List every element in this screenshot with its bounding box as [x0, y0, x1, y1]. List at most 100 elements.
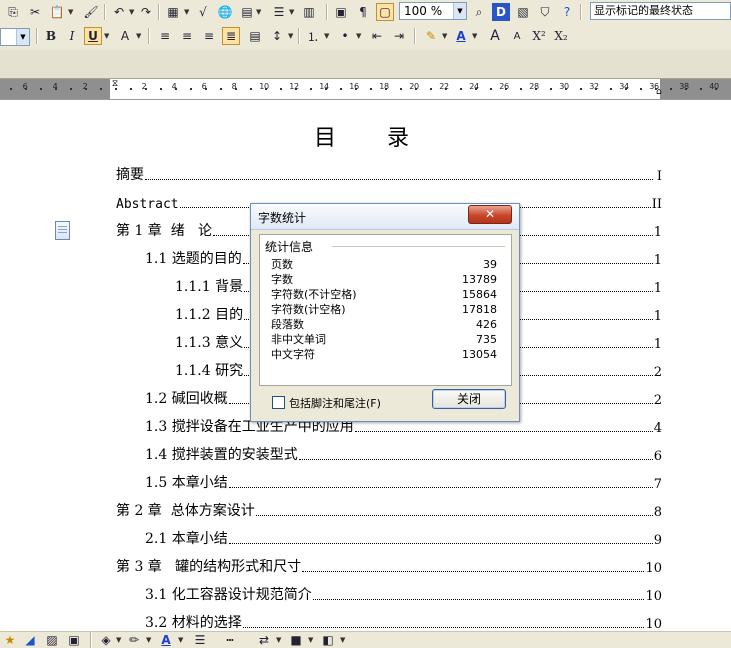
redo-icon[interactable]: ↷ — [137, 3, 155, 21]
stat-value: 735 — [476, 333, 497, 346]
undo-icon[interactable]: ↶ — [110, 3, 128, 21]
fill-color-icon[interactable]: ◈ — [98, 632, 114, 648]
increase-indent-icon[interactable]: ⇥ — [390, 27, 408, 45]
horizontal-ruler[interactable]: 642 2 4 6 8 10 12 14 16 18 20 22 24 26 28 30 32 34 36 38 40… — [0, 79, 731, 100]
show-formatting-icon[interactable]: ¶ — [354, 3, 372, 21]
line-style-icon[interactable]: ☰ — [192, 632, 208, 648]
char-border-dropdown[interactable]: ▼ — [136, 27, 142, 45]
view-markup-combo[interactable]: 显示标记的最终状态 — [590, 2, 731, 20]
bulleted-list-icon[interactable]: • — [336, 27, 354, 45]
checkbox-box[interactable] — [272, 396, 285, 409]
toc-entry[interactable]: 摘要 I — [116, 162, 662, 184]
bold-icon[interactable]: B — [42, 27, 60, 45]
line-color-icon[interactable]: ✏ — [126, 632, 142, 648]
table-grid-icon[interactable]: ▤ — [238, 3, 256, 21]
shrink-font-icon[interactable]: A — [508, 27, 526, 45]
toc-entry[interactable]: 2.1 本章小结 9 — [145, 526, 662, 548]
wordart-icon[interactable]: ◢ — [22, 632, 38, 648]
chevron-down-icon[interactable]: ▼ — [16, 29, 29, 45]
insert-picture-icon[interactable]: ▨ — [44, 632, 60, 648]
highlight-icon[interactable]: ✎ — [422, 27, 440, 45]
right-indent-marker-icon[interactable]: ⌂ — [656, 87, 665, 97]
align-left-icon[interactable]: ≡ — [156, 27, 174, 45]
numbered-list-icon[interactable]: ⒈ — [304, 27, 322, 45]
toc-leader-dots — [354, 431, 653, 432]
insert-image-icon[interactable]: ▣ — [66, 632, 82, 648]
document-d-icon[interactable]: D — [492, 3, 510, 21]
copy-icon[interactable]: ⎘ — [4, 3, 22, 21]
document-map-icon[interactable]: ▣ — [332, 3, 350, 21]
decrease-indent-icon[interactable]: ⇤ — [368, 27, 386, 45]
equation-icon[interactable]: √ — [194, 3, 212, 21]
table-grid-dropdown[interactable]: ▼ — [256, 3, 262, 21]
align-center-icon[interactable]: ≡ — [178, 27, 196, 45]
paste-icon[interactable]: 📋 — [48, 3, 66, 21]
line-spacing-icon[interactable]: ↕ — [268, 27, 286, 45]
toc-entry[interactable]: 1.5 本章小结 7 — [145, 470, 662, 492]
find-binoculars-icon[interactable]: ⌕ — [470, 3, 488, 21]
underline-dropdown[interactable]: ▼ — [104, 27, 110, 45]
subscript-icon[interactable]: X₂ — [552, 27, 570, 45]
toc-entry-label: 3.2 材料的选择 — [145, 615, 242, 631]
toc-entry[interactable]: 3.2 材料的选择 10 — [145, 610, 662, 631]
font-color-dropdown[interactable]: ▼ — [178, 632, 184, 648]
toc-entry[interactable]: 1.4 搅拌装置的安装型式 6 — [145, 442, 662, 464]
ruler-tick-mark — [205, 88, 207, 90]
highlight-dropdown[interactable]: ▼ — [442, 27, 448, 45]
undo-dropdown[interactable]: ▼ — [129, 3, 135, 21]
align-right-icon[interactable]: ≡ — [200, 27, 218, 45]
chevron-down-icon[interactable]: ▼ — [453, 3, 466, 19]
toc-entry[interactable]: 3.1 化工容器设计规范简介 10 — [145, 582, 662, 604]
ruler-tick-label: 12 — [289, 82, 299, 91]
cut-icon[interactable]: ✂ — [26, 3, 44, 21]
line-spacing-dropdown[interactable]: ▼ — [288, 27, 294, 45]
package-icon[interactable]: ▧ — [514, 3, 532, 21]
paste-options-dropdown[interactable]: ▼ — [68, 3, 74, 21]
3d-dropdown[interactable]: ▼ — [340, 632, 346, 648]
font-color-icon[interactable]: A — [158, 632, 174, 648]
justify-icon[interactable]: ≣ — [222, 27, 240, 45]
stat-row: 字数 13789 — [271, 272, 497, 287]
toc-entry-label: 1.1.4 研究 — [175, 363, 244, 379]
shadow-icon[interactable]: ■ — [288, 632, 304, 648]
chart-icon[interactable]: ▥ — [300, 3, 318, 21]
close-button[interactable]: 关闭 — [432, 389, 506, 409]
shirt-icon[interactable]: ⛉ — [536, 3, 554, 21]
page-icon[interactable]: ▢ — [376, 3, 394, 21]
superscript-icon[interactable]: X² — [530, 27, 548, 45]
zoom-combo[interactable]: 100 % ▼ — [399, 2, 467, 20]
bulleted-list-dropdown[interactable]: ▼ — [356, 27, 362, 45]
shadow-dropdown[interactable]: ▼ — [308, 632, 314, 648]
fill-color-dropdown[interactable]: ▼ — [116, 632, 122, 648]
arrow-style-dropdown[interactable]: ▼ — [276, 632, 282, 648]
ruler-tick-mark — [355, 88, 357, 90]
close-icon[interactable]: ✕ — [468, 205, 512, 224]
dash-style-icon[interactable]: ┅ — [222, 632, 238, 648]
dialog-titlebar[interactable]: 字数统计 ✕ — [251, 204, 519, 230]
toc-entry-label: 1.1.1 背景 — [175, 279, 244, 295]
toc-entry[interactable]: 第 2 章 总体方案设计 8 — [116, 498, 662, 520]
char-border-icon[interactable]: A — [116, 27, 134, 45]
font-color-dropdown[interactable]: ▼ — [472, 27, 478, 45]
stat-label: 页数 — [271, 258, 293, 271]
insert-table-dropdown[interactable]: ▼ — [184, 3, 190, 21]
grow-font-icon[interactable]: A — [486, 27, 504, 45]
arrow-style-icon[interactable]: ⇄ — [256, 632, 272, 648]
italic-icon[interactable]: I — [63, 27, 81, 45]
autoshape-star-icon[interactable]: ★ — [2, 632, 18, 648]
include-footnotes-checkbox[interactable]: 包括脚注和尾注(F) — [272, 395, 381, 411]
columns-icon[interactable]: ☰ — [270, 3, 288, 21]
hyperlink-globe-icon[interactable]: 🌐 — [216, 3, 234, 21]
3d-icon[interactable]: ◧ — [320, 632, 336, 648]
distributed-align-icon[interactable]: ▤ — [246, 27, 264, 45]
line-color-dropdown[interactable]: ▼ — [146, 632, 152, 648]
help-icon[interactable]: ? — [558, 3, 576, 21]
underline-icon[interactable]: U — [84, 27, 102, 45]
insert-table-icon[interactable]: ▦ — [164, 3, 182, 21]
numbered-list-dropdown[interactable]: ▼ — [324, 27, 330, 45]
font-size-combo[interactable]: ▼ — [0, 28, 30, 46]
toc-entry[interactable]: 第 3 章 罐的结构形式和尺寸 10 — [116, 554, 662, 576]
format-painter-icon[interactable]: 🖌 — [82, 3, 100, 21]
font-color-icon[interactable]: A — [452, 27, 470, 45]
columns-dropdown[interactable]: ▼ — [289, 3, 295, 21]
